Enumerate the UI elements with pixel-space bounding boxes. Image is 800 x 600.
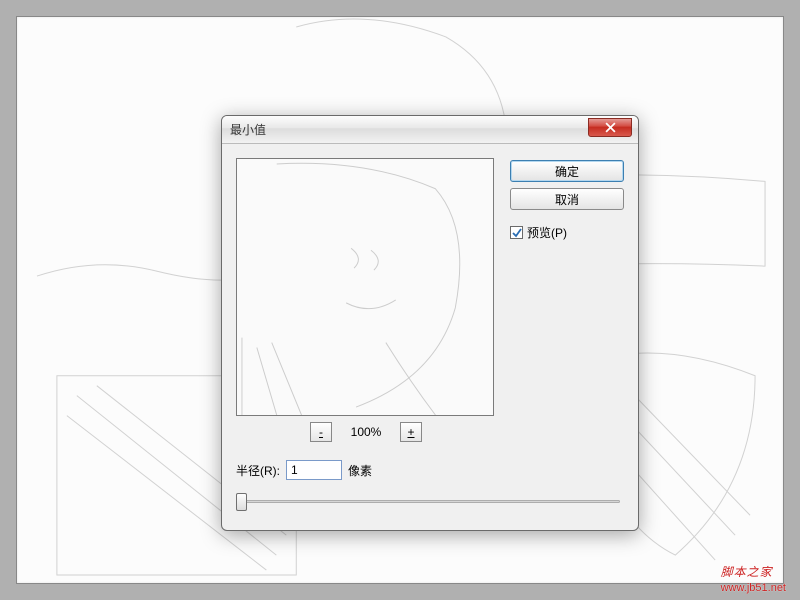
slider-track: [240, 500, 620, 503]
zoom-value: 100%: [344, 425, 388, 439]
preview-checkbox-row[interactable]: 预览(P): [510, 224, 624, 241]
radius-unit: 像素: [348, 462, 372, 479]
close-button[interactable]: [588, 118, 632, 137]
close-icon: [605, 122, 616, 133]
plus-icon: +: [407, 426, 414, 438]
radius-input[interactable]: [286, 460, 342, 480]
preview-checkbox[interactable]: [510, 226, 523, 239]
preview-sketch: [237, 159, 493, 415]
dialog-titlebar[interactable]: 最小值: [222, 116, 638, 144]
watermark: 脚本之家 www.jb51.net: [721, 556, 786, 594]
radius-slider[interactable]: [236, 490, 624, 510]
ok-button[interactable]: 确定: [510, 160, 624, 182]
slider-thumb[interactable]: [236, 493, 247, 511]
radius-row: 半径(R): 像素: [236, 460, 372, 480]
preview-label: 预览(P): [527, 224, 567, 241]
check-icon: [512, 228, 522, 238]
preview-box[interactable]: [236, 158, 494, 416]
cancel-button[interactable]: 取消: [510, 188, 624, 210]
watermark-text: 脚本之家: [721, 565, 773, 579]
dialog-title: 最小值: [228, 121, 266, 138]
zoom-in-button[interactable]: +: [400, 422, 422, 442]
radius-label: 半径(R):: [236, 462, 280, 479]
minus-icon: -: [319, 426, 323, 438]
zoom-out-button[interactable]: -: [310, 422, 332, 442]
minimum-filter-dialog: 最小值: [221, 115, 639, 531]
watermark-url: www.jb51.net: [721, 582, 786, 594]
